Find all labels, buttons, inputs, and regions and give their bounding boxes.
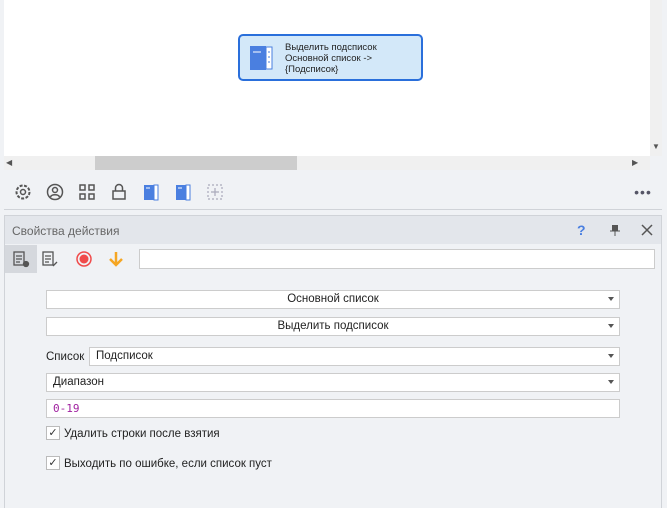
list-icon: [250, 46, 273, 70]
scroll-right-icon[interactable]: ▶: [632, 158, 638, 167]
more-icon[interactable]: •••: [632, 181, 654, 203]
grid-icon[interactable]: [76, 181, 98, 203]
close-icon[interactable]: [641, 224, 653, 236]
list-select-value: Основной список: [287, 293, 379, 305]
chevron-down-icon: [608, 380, 614, 384]
target-select[interactable]: Подсписок: [89, 347, 620, 366]
record-icon[interactable]: [75, 250, 93, 271]
target-select-value: Подсписок: [96, 350, 153, 362]
target-label: Список: [46, 351, 85, 363]
list-icon[interactable]: [140, 181, 162, 203]
help-icon[interactable]: ?: [577, 222, 586, 238]
chevron-down-icon: [608, 324, 614, 328]
scroll-down-icon[interactable]: ▼: [652, 142, 660, 151]
node-line: {Подсписок}: [285, 64, 339, 75]
pin-icon[interactable]: [609, 224, 621, 236]
add-icon[interactable]: [204, 181, 226, 203]
chevron-down-icon: [608, 354, 614, 358]
panel-title: Свойства действия: [12, 224, 120, 238]
chevron-down-icon: [608, 297, 614, 301]
exit-on-error-checkbox[interactable]: ✓: [46, 456, 60, 470]
action-select[interactable]: Выделить подсписок: [46, 317, 620, 336]
action-node[interactable]: Выделить подсписок Основной список -> {П…: [238, 34, 423, 81]
delete-rows-checkbox[interactable]: ✓: [46, 426, 60, 440]
node-line: Основной список ->: [285, 53, 373, 64]
action-properties-panel: Свойства действия ? Основной список Выде…: [4, 215, 662, 508]
list-icon[interactable]: [172, 181, 194, 203]
list-select[interactable]: Основной список: [46, 290, 620, 309]
delete-rows-label: Удалить строки после взятия: [64, 428, 220, 440]
mode-select-value: Диапазон: [53, 376, 104, 388]
settings-icon[interactable]: [12, 181, 34, 203]
scrollbar-thumb[interactable]: [95, 156, 297, 170]
panel-header: Свойства действия ?: [5, 216, 661, 244]
edit-list-icon[interactable]: [41, 250, 59, 271]
vertical-scrollbar[interactable]: ▼: [650, 0, 662, 156]
search-input[interactable]: [139, 249, 655, 269]
properties-tab-icon[interactable]: [5, 245, 37, 273]
range-input[interactable]: 0-19: [46, 399, 620, 418]
exit-on-error-label: Выходить по ошибке, если список пуст: [64, 458, 272, 470]
arrow-down-icon[interactable]: [107, 250, 125, 271]
canvas-toolbar: •••: [4, 172, 662, 210]
scroll-left-icon[interactable]: ◀: [6, 158, 12, 167]
mode-select[interactable]: Диапазон: [46, 373, 620, 392]
node-title: Выделить подсписок: [285, 42, 377, 53]
user-icon[interactable]: [44, 181, 66, 203]
panel-toolbar: [5, 245, 661, 273]
action-select-value: Выделить подсписок: [277, 320, 389, 332]
horizontal-scrollbar[interactable]: ◀ ▶: [4, 156, 650, 170]
workflow-canvas[interactable]: Выделить подсписок Основной список -> {П…: [4, 0, 650, 156]
lock-icon[interactable]: [108, 181, 130, 203]
